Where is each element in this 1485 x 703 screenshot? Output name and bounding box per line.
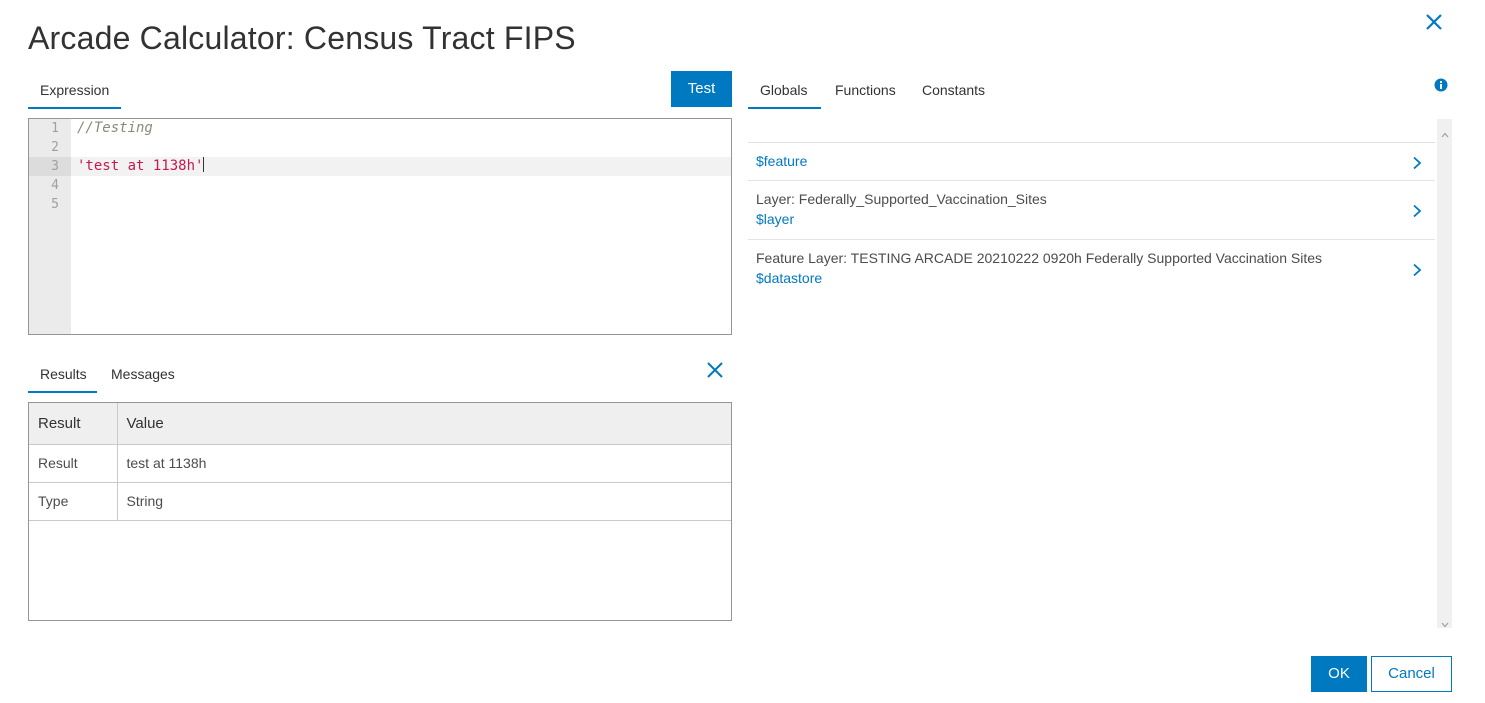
tab-results[interactable]: Results xyxy=(28,363,97,393)
column-header-value: Value xyxy=(117,403,731,445)
tab-expression[interactable]: Expression xyxy=(28,79,121,109)
list-item-layer[interactable]: Layer: Federally_Supported_Vaccination_S… xyxy=(748,180,1435,239)
code-text: 'test at 1138h' xyxy=(77,158,204,174)
tab-globals-label: Globals xyxy=(760,82,808,98)
line-number: 1 xyxy=(51,121,59,136)
row-value: test at 1138h xyxy=(117,444,731,483)
tab-results-label: Results xyxy=(40,366,87,382)
tab-globals[interactable]: Globals xyxy=(748,79,821,109)
code-editor[interactable]: 1 //Testing 2 3 'test at 1138h' 4 5 xyxy=(28,118,732,335)
vertical-scrollbar[interactable] xyxy=(1437,119,1452,628)
item-variable: $datastore xyxy=(756,270,823,286)
results-table: Result Value Result test at 1138h Type S… xyxy=(28,402,732,621)
chevron-right-icon xyxy=(1411,204,1423,218)
list-item-datastore[interactable]: Feature Layer: TESTING ARCADE 20210222 0… xyxy=(748,239,1435,298)
code-text: //Testing xyxy=(77,120,153,136)
chevron-right-icon xyxy=(1411,156,1423,170)
code-line: 5 xyxy=(29,195,731,214)
scroll-down-icon[interactable] xyxy=(1441,615,1449,628)
item-label: Layer: Federally_Supported_Vaccination_S… xyxy=(756,191,1047,207)
line-number: 2 xyxy=(51,140,59,155)
dialog-title: Arcade Calculator: Census Tract FIPS xyxy=(28,20,576,56)
code-text-wrap: 'test at 1138h' xyxy=(77,157,205,176)
cancel-button[interactable]: Cancel xyxy=(1371,656,1452,692)
tab-expression-label: Expression xyxy=(40,82,110,98)
chevron-right-icon xyxy=(1411,263,1423,277)
line-number: 5 xyxy=(51,197,59,212)
code-line: 1 //Testing xyxy=(29,119,731,138)
tab-constants[interactable]: Constants xyxy=(910,79,997,109)
table-row: Result test at 1138h xyxy=(29,444,731,483)
line-number: 3 xyxy=(29,157,71,176)
line-number: 4 xyxy=(51,178,59,193)
globals-list: $feature Layer: Federally_Supported_Vacc… xyxy=(748,142,1435,298)
column-header-result: Result xyxy=(29,403,118,445)
scroll-up-icon[interactable] xyxy=(1441,125,1449,138)
row-value: String xyxy=(117,482,731,521)
test-button[interactable]: Test xyxy=(671,71,732,107)
globals-panel: $feature Layer: Federally_Supported_Vacc… xyxy=(748,119,1452,628)
row-key: Result xyxy=(29,444,118,483)
tab-messages-label: Messages xyxy=(111,366,175,382)
item-variable: $feature xyxy=(756,153,808,169)
close-results-icon[interactable] xyxy=(704,359,726,381)
close-dialog-icon[interactable] xyxy=(1422,10,1446,34)
code-line: 4 xyxy=(29,176,731,195)
tab-functions-label: Functions xyxy=(835,82,896,98)
item-label: Feature Layer: TESTING ARCADE 20210222 0… xyxy=(756,250,1323,266)
list-item-feature[interactable]: $feature xyxy=(748,142,1435,180)
table-header-row: Result Value xyxy=(29,403,731,445)
tab-messages[interactable]: Messages xyxy=(99,363,187,393)
code-line-current: 3 'test at 1138h' xyxy=(29,157,731,176)
code-line: 2 xyxy=(29,138,731,157)
ok-button[interactable]: OK xyxy=(1311,656,1367,692)
row-key: Type xyxy=(29,482,118,521)
tab-constants-label: Constants xyxy=(922,82,986,98)
info-icon[interactable] xyxy=(1433,77,1449,93)
text-cursor xyxy=(203,157,205,172)
item-variable: $layer xyxy=(756,211,795,227)
tab-functions[interactable]: Functions xyxy=(823,79,908,109)
table-row: Type String xyxy=(29,482,731,521)
